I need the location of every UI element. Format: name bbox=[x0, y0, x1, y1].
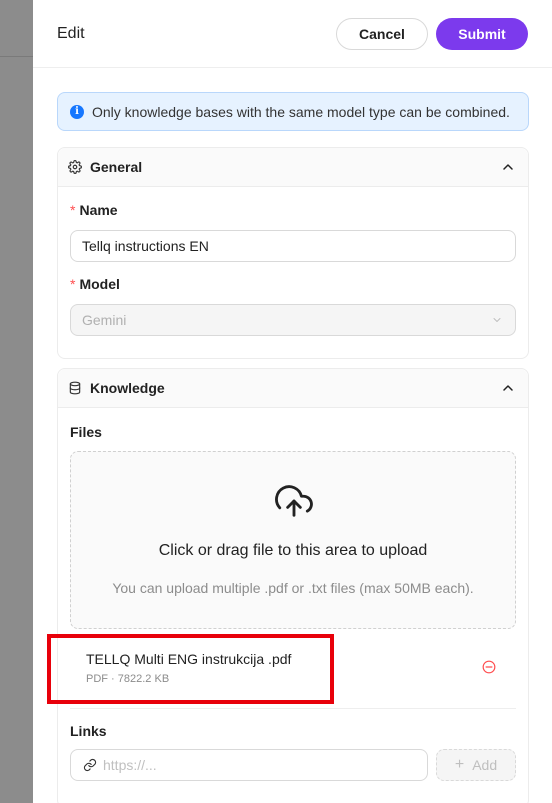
database-icon bbox=[69, 381, 81, 395]
add-link-button[interactable]: + Add bbox=[436, 749, 516, 781]
remove-file-icon[interactable] bbox=[482, 660, 496, 674]
link-url-input[interactable] bbox=[103, 757, 403, 773]
model-select-value: Gemini bbox=[82, 312, 127, 328]
knowledge-section-header[interactable]: Knowledge bbox=[58, 369, 528, 408]
file-meta: PDF · 7822.2 KB bbox=[86, 673, 170, 685]
general-section-title: General bbox=[90, 159, 143, 175]
submit-button[interactable]: Submit bbox=[436, 17, 528, 50]
dropzone-text: Click or drag file to this area to uploa… bbox=[158, 542, 428, 559]
edit-drawer: Edit Cancel Submit i Only knowledge base… bbox=[33, 0, 552, 803]
name-input[interactable]: Tellq instructions EN bbox=[70, 230, 516, 262]
backdrop-divider bbox=[0, 56, 33, 57]
model-select: Gemini bbox=[70, 304, 516, 336]
chevron-down-icon bbox=[493, 318, 501, 322]
uploaded-file-item: TELLQ Multi ENG instrukcija .pdf PDF · 7… bbox=[70, 637, 516, 709]
file-name: TELLQ Multi ENG instrukcija .pdf bbox=[86, 651, 292, 667]
general-section: General * Name Tellq instructions EN * Mod… bbox=[57, 147, 529, 359]
drawer-header: Edit Cancel Submit bbox=[33, 0, 552, 68]
name-label: * Name bbox=[70, 202, 118, 218]
gear-icon bbox=[68, 160, 82, 174]
general-section-header[interactable]: General bbox=[58, 148, 528, 187]
drawer-title: Edit bbox=[57, 24, 85, 42]
required-asterisk: * bbox=[70, 276, 76, 292]
link-icon bbox=[83, 758, 97, 772]
dropzone-hint: You can upload multiple .pdf or .txt fil… bbox=[112, 580, 474, 596]
modal-backdrop[interactable] bbox=[0, 0, 33, 803]
cancel-button[interactable]: Cancel bbox=[336, 17, 428, 50]
name-input-value: Tellq instructions EN bbox=[82, 238, 209, 254]
plus-icon: + bbox=[454, 756, 465, 773]
file-upload-dropzone[interactable]: Click or drag file to this area to uploa… bbox=[70, 451, 516, 629]
info-banner: i Only knowledge bases with the same mod… bbox=[57, 92, 529, 131]
required-asterisk: * bbox=[70, 202, 76, 218]
knowledge-section: Knowledge Files Click or drag file to th… bbox=[57, 368, 529, 803]
link-input-wrapper[interactable] bbox=[70, 749, 428, 781]
chevron-up-icon[interactable] bbox=[500, 159, 516, 175]
info-icon: i bbox=[70, 104, 84, 119]
links-label: Links bbox=[70, 723, 107, 739]
model-label: * Model bbox=[70, 276, 120, 292]
add-link-label: Add bbox=[472, 757, 498, 773]
info-banner-text: Only knowledge bases with the same model… bbox=[92, 103, 510, 120]
knowledge-section-title: Knowledge bbox=[90, 380, 165, 396]
chevron-up-icon[interactable] bbox=[500, 380, 516, 396]
files-label: Files bbox=[70, 424, 102, 440]
cloud-upload-icon bbox=[275, 485, 313, 517]
